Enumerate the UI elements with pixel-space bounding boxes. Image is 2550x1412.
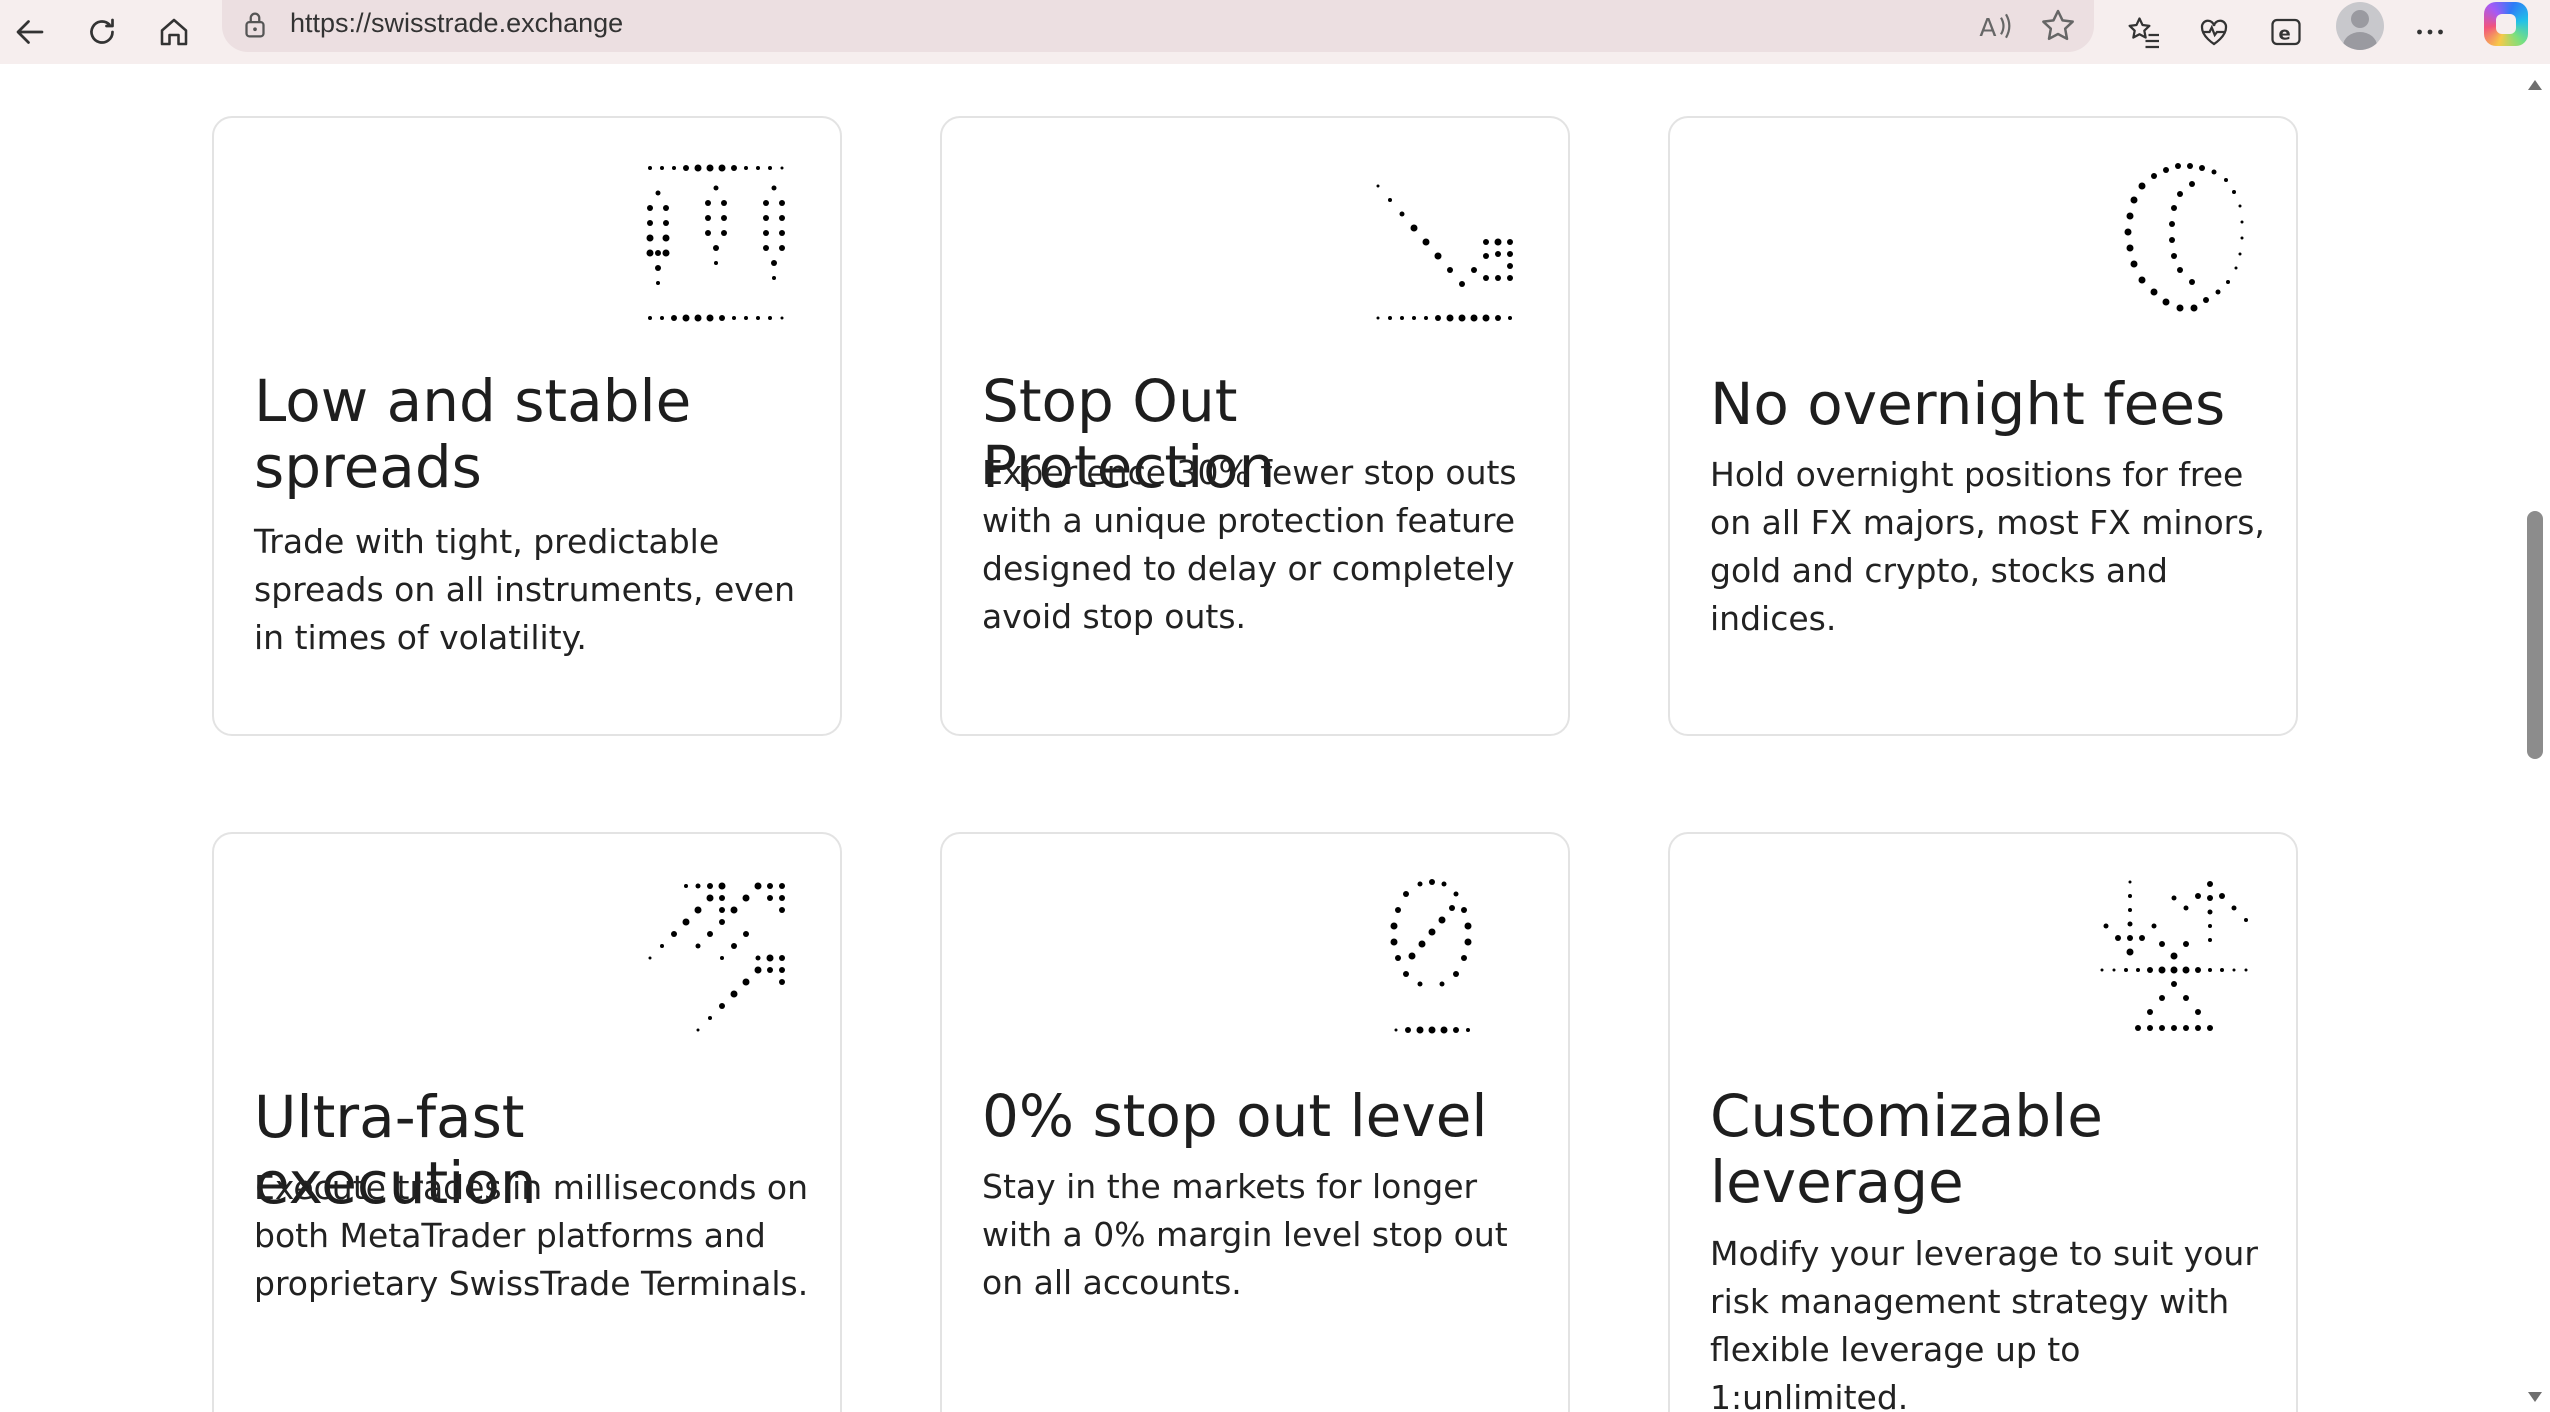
- feature-description: Stay in the markets for longer with a 0%…: [982, 1167, 1508, 1302]
- feature-card-overnight-fees: No overnight fees Hold overnight positio…: [1668, 116, 2298, 736]
- page-viewport: Low and stable spreads Trade with tight,…: [0, 64, 2520, 1412]
- feature-title: No overnight fees: [1710, 370, 2226, 438]
- feature-description: Trade with tight, predictable spreads on…: [254, 522, 796, 657]
- feature-card-stop-out-protection: Stop Out Protection Experience 30% fewer…: [940, 116, 1570, 736]
- scroll-up-arrow-icon[interactable]: [2528, 80, 2542, 90]
- lock-icon[interactable]: [238, 8, 272, 42]
- feature-title: 0% stop out level: [982, 1082, 1488, 1150]
- home-icon[interactable]: [150, 8, 198, 56]
- url-text[interactable]: https://swisstrade.exchange: [290, 8, 623, 39]
- feature-card-leverage: Customizable leverage Modify your levera…: [1668, 832, 2298, 1412]
- address-bar[interactable]: https://swisstrade.exchange A: [222, 0, 2094, 52]
- profile-avatar[interactable]: [2336, 2, 2384, 50]
- zero-percent-gauge-icon: [1390, 879, 1472, 1034]
- vertical-scrollbar[interactable]: [2520, 64, 2550, 1412]
- feature-description: Experience 30% fewer stop outs with a un…: [982, 453, 1517, 636]
- refresh-icon[interactable]: [78, 8, 126, 56]
- scroll-down-arrow-icon[interactable]: [2528, 1392, 2542, 1402]
- double-arrow-up-right-icon: [648, 882, 785, 1032]
- favorite-star-icon[interactable]: [2038, 6, 2078, 46]
- trend-down-arrow-icon: [1376, 184, 1513, 322]
- feature-title: Low and stable spreads: [254, 367, 692, 501]
- feature-card-execution: Ultra-fast execution Execute trades in m…: [212, 832, 842, 1412]
- internet-explorer-mode-icon[interactable]: e: [2262, 8, 2310, 56]
- candlestick-chart-icon: [646, 164, 785, 322]
- feature-title: Customizable leverage: [1710, 1082, 2103, 1216]
- favorites-list-icon[interactable]: [2120, 8, 2168, 56]
- copilot-icon[interactable]: [2484, 2, 2528, 46]
- feature-card-spreads: Low and stable spreads Trade with tight,…: [212, 116, 842, 736]
- more-options-icon[interactable]: [2406, 8, 2454, 56]
- browser-essentials-icon[interactable]: [2190, 8, 2238, 56]
- svg-text:A: A: [1979, 13, 1996, 42]
- feature-description: Hold overnight positions for free on all…: [1710, 455, 2265, 638]
- browser-toolbar: https://swisstrade.exchange A e: [0, 0, 2550, 64]
- read-aloud-icon[interactable]: A: [1976, 6, 2016, 46]
- feature-card-stop-out-level: 0% stop out level Stay in the markets fo…: [940, 832, 1570, 1412]
- moon-night-icon: [2124, 163, 2244, 312]
- leverage-scale-icon: [2100, 880, 2248, 1031]
- feature-description: Execute trades in milliseconds on both M…: [254, 1168, 809, 1303]
- back-arrow-icon[interactable]: [6, 8, 54, 56]
- feature-description: Modify your leverage to suit your risk m…: [1710, 1234, 2258, 1412]
- svg-text:e: e: [2279, 24, 2291, 45]
- scrollbar-thumb[interactable]: [2527, 511, 2543, 759]
